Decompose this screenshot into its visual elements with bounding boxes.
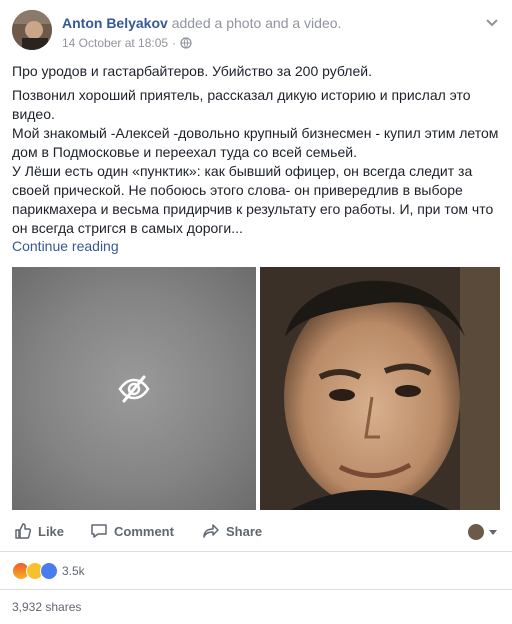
post-text-title: Про уродов и гастарбайтеров. Убийство за…	[12, 63, 372, 79]
continue-reading-link[interactable]: Continue reading	[12, 238, 119, 254]
share-icon	[203, 524, 219, 538]
post-action-bar: Like Comment Share	[0, 514, 512, 548]
action-prefix: added	[171, 15, 211, 31]
post-header: Anton Belyakov added a photo and a video…	[62, 14, 341, 32]
post-text-body: Позвонил хороший приятель, рассказал дик…	[12, 87, 499, 236]
action-object[interactable]: a photo and a video.	[215, 15, 342, 31]
facebook-post: Anton Belyakov added a photo and a video…	[0, 0, 512, 624]
hidden-media-thumbnail[interactable]	[12, 267, 256, 510]
post-timestamp[interactable]: 14 October at 18:05	[62, 36, 168, 50]
share-button[interactable]: Share	[202, 522, 262, 540]
like-button[interactable]: Like	[14, 522, 64, 540]
eye-off-icon	[118, 375, 150, 403]
caret-down-icon	[489, 530, 497, 535]
divider	[0, 551, 512, 552]
comment-icon	[91, 524, 107, 538]
reactions-count: 3.5k	[62, 564, 85, 578]
reactions-summary[interactable]: 3.5k	[12, 562, 85, 580]
author-avatar[interactable]	[12, 10, 52, 50]
comment-label: Comment	[114, 523, 174, 539]
divider	[0, 589, 512, 590]
viewer-avatar	[468, 524, 484, 540]
chevron-down-icon[interactable]	[484, 14, 500, 30]
share-label: Share	[226, 523, 263, 539]
author-name[interactable]: Anton Belyakov	[62, 15, 168, 31]
like-reaction-icon	[40, 562, 58, 580]
comment-button[interactable]: Comment	[90, 522, 174, 540]
thumbs-up-icon	[15, 523, 32, 539]
post-as-selector[interactable]	[468, 524, 498, 540]
shares-count[interactable]: 3,932 shares	[12, 600, 81, 614]
like-label: Like	[38, 523, 65, 539]
post-meta: 14 October at 18:05 ·	[62, 36, 192, 50]
photo-thumbnail[interactable]	[260, 267, 500, 510]
globe-icon[interactable]	[180, 37, 192, 49]
